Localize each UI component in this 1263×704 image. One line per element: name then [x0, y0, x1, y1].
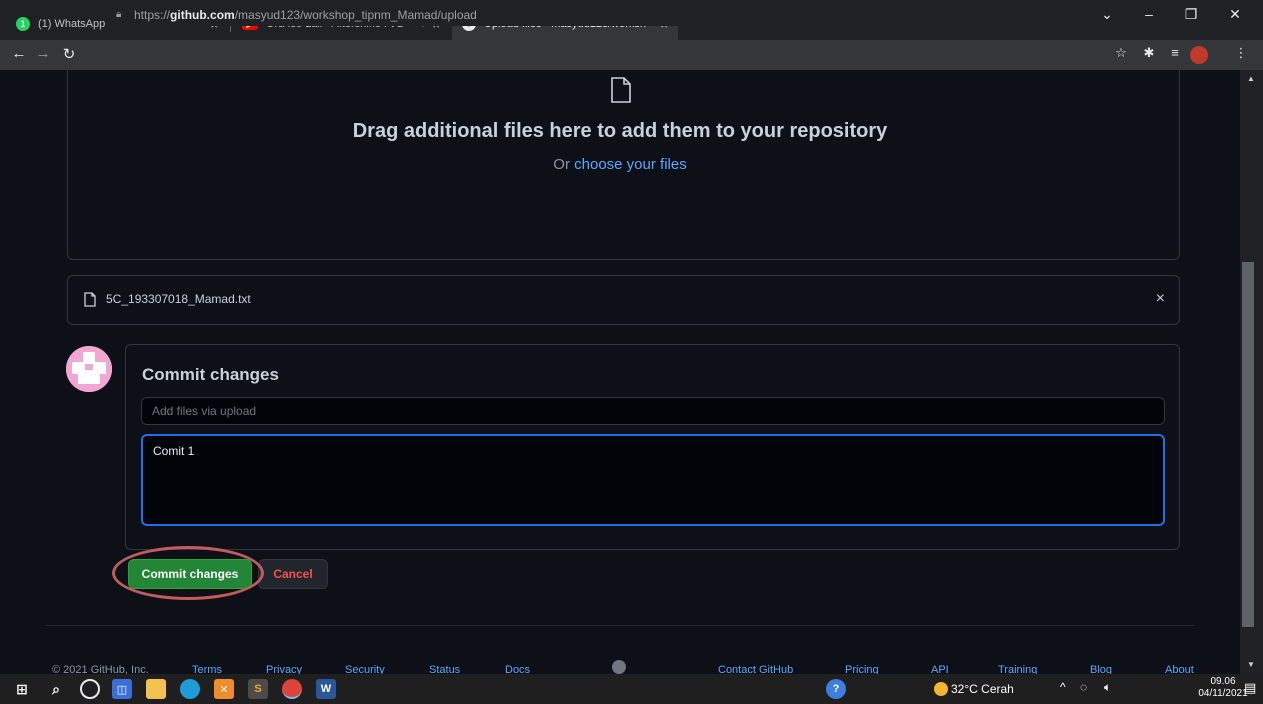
scrollbar-thumb[interactable] [1242, 262, 1254, 627]
file-name: 5C_193307018_Mamad.txt [106, 292, 251, 306]
tray-chevron-icon[interactable]: ^ [1060, 680, 1066, 694]
reload-icon[interactable]: ↻ [58, 45, 80, 63]
github-logo-icon [612, 660, 626, 674]
bookmark-star-icon[interactable]: ☆ [1110, 45, 1132, 61]
file-explorer-icon[interactable] [146, 679, 166, 699]
choose-files-link[interactable]: choose your files [574, 156, 687, 173]
footer-link-pricing[interactable]: Pricing [845, 664, 879, 674]
footer-link-security[interactable]: Security [345, 664, 385, 674]
file-icon [84, 292, 96, 307]
network-icon[interactable]: ◌ [1080, 680, 1087, 694]
or-text: Or [553, 156, 575, 173]
footer-link-contact[interactable]: Contact GitHub [718, 664, 793, 674]
search-icon[interactable]: ⌕ [46, 679, 66, 699]
footer-link-docs[interactable]: Docs [505, 664, 530, 674]
footer-link-training[interactable]: Training [998, 664, 1037, 674]
uploaded-file-row: 5C_193307018_Mamad.txt × [67, 275, 1180, 325]
commit-changes-button[interactable]: Commit changes [128, 559, 252, 589]
footer-link-blog[interactable]: Blog [1090, 664, 1112, 674]
sublime-text-icon[interactable]: S [248, 679, 268, 699]
word-icon[interactable]: W [316, 679, 336, 699]
windows-start-icon[interactable]: ⊞ [12, 679, 32, 699]
profile-avatar[interactable] [1190, 46, 1208, 64]
help-icon[interactable]: ? [826, 679, 846, 699]
clock-date: 04/11/2021 [1198, 688, 1248, 699]
chrome-icon[interactable] [282, 679, 302, 699]
back-icon[interactable]: ← [8, 45, 30, 62]
url-path: /masyud123/workshop_tipnm_Mamad/upload [234, 8, 477, 22]
url-prefix: https:// [134, 8, 171, 22]
edge-icon[interactable] [180, 679, 200, 699]
weather-icon [934, 682, 948, 696]
remove-file-icon[interactable]: × [1156, 290, 1165, 308]
github-upload-page: Drag additional files here to add them t… [0, 70, 1240, 674]
address-bar[interactable]: 🔒︎ https://github.com/masyud123/workshop… [106, 4, 1098, 26]
footer-divider [45, 625, 1195, 626]
restore-icon[interactable]: ❐ [1176, 6, 1206, 23]
avatar[interactable] [66, 346, 112, 392]
notifications-icon[interactable]: ▤ [1244, 680, 1256, 696]
forward-icon[interactable]: → [32, 45, 54, 62]
cancel-button[interactable]: Cancel [258, 559, 328, 589]
scroll-up-icon[interactable]: ▲ [1247, 74, 1255, 83]
footer-link-about[interactable]: About [1165, 664, 1194, 674]
footer-link-api[interactable]: API [931, 664, 949, 674]
clock-time: 09.06 [1210, 676, 1236, 687]
lock-icon: 🔒︎ [116, 9, 122, 20]
footer-link-status[interactable]: Status [429, 664, 460, 674]
browser-menu-icon[interactable]: ⋮ [1230, 45, 1252, 61]
commit-title: Commit changes [142, 365, 279, 384]
xampp-icon[interactable]: ✕ [214, 679, 234, 699]
task-view-icon[interactable]: ◫ [112, 679, 132, 699]
identicon-icon [66, 346, 112, 392]
extensions-icon[interactable]: ✱ [1138, 45, 1160, 61]
dropzone-title: Drag additional files here to add them t… [352, 120, 888, 142]
commit-changes-box: Commit changes Comit 1 [125, 344, 1180, 550]
reading-list-icon[interactable]: ≡ [1164, 45, 1186, 60]
file-icon [611, 77, 631, 103]
whatsapp-icon: 1 [16, 17, 30, 31]
close-window-icon[interactable]: ✕ [1220, 6, 1250, 23]
footer-copyright: © 2021 GitHub, Inc. [52, 664, 149, 674]
windows-taskbar: ⊞ ⌕ ◫ ✕ S W ? 32°C Cerah ^ ◌ 🔈︎ 09.06 04… [0, 674, 1263, 704]
url-host: github.com [170, 8, 235, 22]
footer-link-privacy[interactable]: Privacy [266, 664, 302, 674]
browser-toolbar [0, 40, 1263, 70]
minimize-icon[interactable]: – [1134, 6, 1164, 22]
volume-icon[interactable]: 🔈︎ [1104, 680, 1111, 695]
commit-description-textarea[interactable]: Comit 1 [141, 434, 1165, 526]
weather-text[interactable]: 32°C Cerah [951, 682, 1014, 696]
commit-summary-input[interactable] [141, 397, 1165, 425]
clock[interactable]: 09.06 04/11/2021 [1198, 676, 1248, 700]
footer-link-terms[interactable]: Terms [192, 664, 222, 674]
scroll-down-icon[interactable]: ▼ [1247, 660, 1255, 669]
dropzone-subtitle: Or choose your files [0, 156, 1240, 173]
cortana-icon[interactable] [80, 679, 100, 699]
